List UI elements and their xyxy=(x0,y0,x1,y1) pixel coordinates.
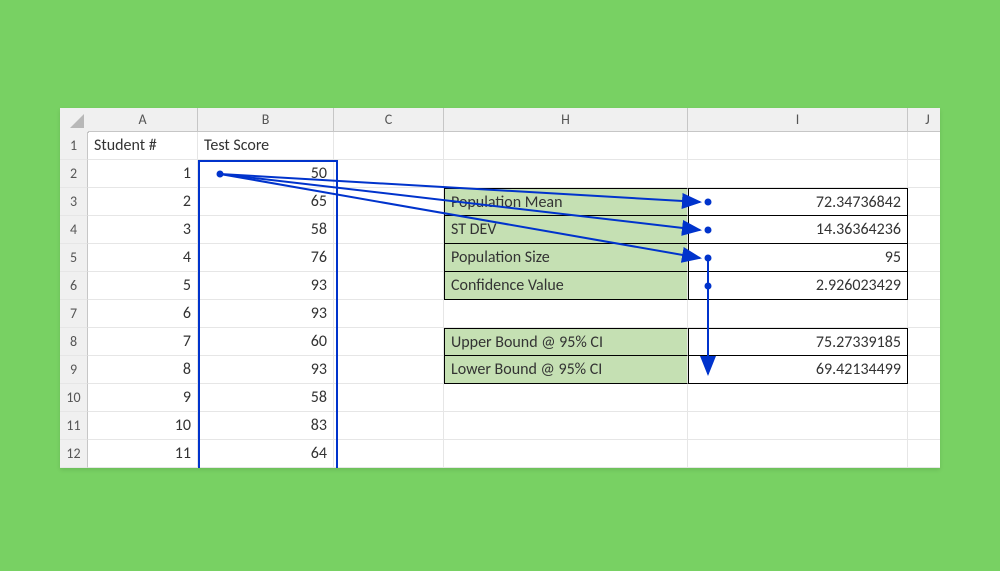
cell-J11[interactable] xyxy=(908,412,940,440)
cell-C8[interactable] xyxy=(334,328,444,356)
row-header[interactable]: 12 xyxy=(60,440,88,468)
cell-I7[interactable] xyxy=(688,300,908,328)
cell-H9-label[interactable]: Lower Bound @ 95% CI xyxy=(444,356,688,384)
cell-A12[interactable]: 11 xyxy=(88,440,198,468)
cell-I9-value[interactable]: 69.42134499 xyxy=(688,356,908,384)
col-header-C[interactable]: C xyxy=(334,108,444,132)
cell-A1[interactable]: Student # xyxy=(88,132,198,160)
cell-A10[interactable]: 9 xyxy=(88,384,198,412)
row-header[interactable]: 10 xyxy=(60,384,88,412)
cell-H4-label[interactable]: ST DEV xyxy=(444,216,688,244)
row-header[interactable]: 8 xyxy=(60,328,88,356)
cell-C10[interactable] xyxy=(334,384,444,412)
row-header[interactable]: 9 xyxy=(60,356,88,384)
cell-A11[interactable]: 10 xyxy=(88,412,198,440)
spreadsheet-panel: A B C H I J 1 2 3 4 5 6 7 8 9 10 11 12 S… xyxy=(60,108,940,468)
row-header[interactable]: 7 xyxy=(60,300,88,328)
cell-H2[interactable] xyxy=(444,160,688,188)
cell-C6[interactable] xyxy=(334,272,444,300)
cell-J1[interactable] xyxy=(908,132,940,160)
grid: Student # Test Score 1 50 2 65 xyxy=(88,132,940,468)
row-header[interactable]: 5 xyxy=(60,244,88,272)
cell-B8[interactable]: 60 xyxy=(198,328,334,356)
cell-I3-value[interactable]: 72.34736842 xyxy=(688,188,908,216)
cell-I6-value[interactable]: 2.926023429 xyxy=(688,272,908,300)
cell-H5-label[interactable]: Population Size xyxy=(444,244,688,272)
cell-I10[interactable] xyxy=(688,384,908,412)
cell-I1[interactable] xyxy=(688,132,908,160)
row-header[interactable]: 11 xyxy=(60,412,88,440)
cell-C9[interactable] xyxy=(334,356,444,384)
cell-J4[interactable] xyxy=(908,216,940,244)
row-header[interactable]: 1 xyxy=(60,132,88,160)
cell-H6-label[interactable]: Confidence Value xyxy=(444,272,688,300)
cell-H10[interactable] xyxy=(444,384,688,412)
cell-A9[interactable]: 8 xyxy=(88,356,198,384)
cell-H1[interactable] xyxy=(444,132,688,160)
cell-C7[interactable] xyxy=(334,300,444,328)
cell-B4[interactable]: 58 xyxy=(198,216,334,244)
cell-J2[interactable] xyxy=(908,160,940,188)
cell-B10[interactable]: 58 xyxy=(198,384,334,412)
cell-C11[interactable] xyxy=(334,412,444,440)
cell-J5[interactable] xyxy=(908,244,940,272)
cell-B12[interactable]: 64 xyxy=(198,440,334,468)
cell-J9[interactable] xyxy=(908,356,940,384)
cell-C12[interactable] xyxy=(334,440,444,468)
cell-J10[interactable] xyxy=(908,384,940,412)
cell-B2[interactable]: 50 xyxy=(198,160,334,188)
cell-C3[interactable] xyxy=(334,188,444,216)
row-header[interactable]: 4 xyxy=(60,216,88,244)
row-header[interactable]: 6 xyxy=(60,272,88,300)
cell-A2[interactable]: 1 xyxy=(88,160,198,188)
cell-A7[interactable]: 6 xyxy=(88,300,198,328)
cell-J12[interactable] xyxy=(908,440,940,468)
cell-I5-value[interactable]: 95 xyxy=(688,244,908,272)
cell-I11[interactable] xyxy=(688,412,908,440)
cell-B3[interactable]: 65 xyxy=(198,188,334,216)
cell-C5[interactable] xyxy=(334,244,444,272)
cell-H8-label[interactable]: Upper Bound @ 95% CI xyxy=(444,328,688,356)
select-all-corner[interactable] xyxy=(60,108,89,133)
cell-B1[interactable]: Test Score xyxy=(198,132,334,160)
cell-B5[interactable]: 76 xyxy=(198,244,334,272)
cell-H12[interactable] xyxy=(444,440,688,468)
col-header-I[interactable]: I xyxy=(688,108,908,132)
cell-J7[interactable] xyxy=(908,300,940,328)
column-headers: A B C H I J xyxy=(88,108,940,132)
cell-A4[interactable]: 3 xyxy=(88,216,198,244)
row-header[interactable]: 2 xyxy=(60,160,88,188)
cell-C2[interactable] xyxy=(334,160,444,188)
row-header[interactable]: 3 xyxy=(60,188,88,216)
cell-H7[interactable] xyxy=(444,300,688,328)
cell-J8[interactable] xyxy=(908,328,940,356)
cell-B11[interactable]: 83 xyxy=(198,412,334,440)
cell-B9[interactable]: 93 xyxy=(198,356,334,384)
cell-C1[interactable] xyxy=(334,132,444,160)
spreadsheet: A B C H I J 1 2 3 4 5 6 7 8 9 10 11 12 S… xyxy=(60,108,940,468)
col-header-J[interactable]: J xyxy=(908,108,940,132)
col-header-A[interactable]: A xyxy=(88,108,198,132)
cell-I8-value[interactable]: 75.27339185 xyxy=(688,328,908,356)
col-header-B[interactable]: B xyxy=(198,108,334,132)
cell-B7[interactable]: 93 xyxy=(198,300,334,328)
row-headers: 1 2 3 4 5 6 7 8 9 10 11 12 xyxy=(60,132,88,468)
cell-H3-label[interactable]: Population Mean xyxy=(444,188,688,216)
cell-H11[interactable] xyxy=(444,412,688,440)
cell-C4[interactable] xyxy=(334,216,444,244)
cell-A3[interactable]: 2 xyxy=(88,188,198,216)
cell-I2[interactable] xyxy=(688,160,908,188)
cell-I4-value[interactable]: 14.36364236 xyxy=(688,216,908,244)
cell-J3[interactable] xyxy=(908,188,940,216)
cell-A6[interactable]: 5 xyxy=(88,272,198,300)
cell-J6[interactable] xyxy=(908,272,940,300)
cell-A8[interactable]: 7 xyxy=(88,328,198,356)
col-header-H[interactable]: H xyxy=(444,108,688,132)
cell-B6[interactable]: 93 xyxy=(198,272,334,300)
cell-A5[interactable]: 4 xyxy=(88,244,198,272)
cell-I12[interactable] xyxy=(688,440,908,468)
